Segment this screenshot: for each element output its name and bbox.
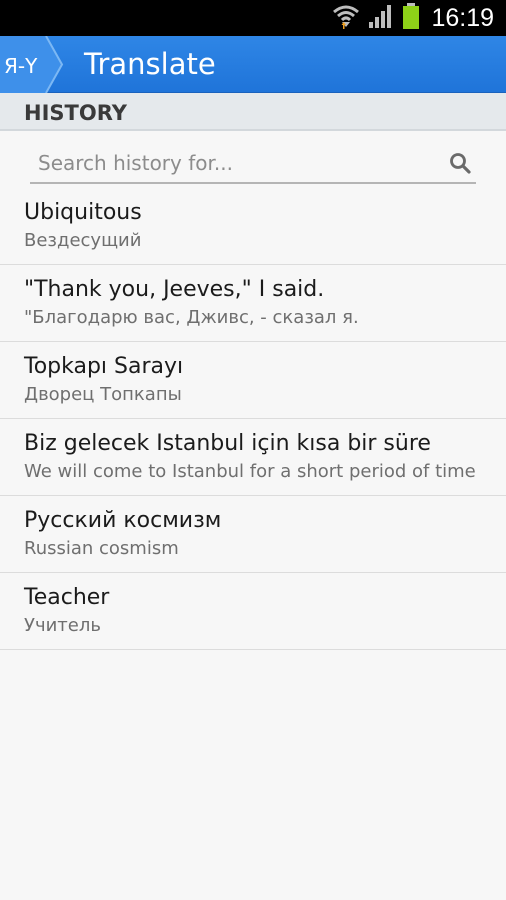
history-translation-text: We will come to Istanbul for a short per…: [24, 461, 476, 482]
history-translation-text: "Благодарю вас, Дживс, - сказал я.: [24, 307, 359, 328]
history-translation-text: Russian cosmism: [24, 538, 179, 559]
history-source-text: Topkapı Sarayı: [24, 354, 184, 379]
app-logo-text: Я-Y: [4, 54, 38, 78]
history-list: Ubiquitous Вездесущий "Thank you, Jeeves…: [0, 188, 506, 650]
search-bar: [30, 144, 476, 184]
section-title: HISTORY: [24, 101, 127, 125]
history-item[interactable]: "Thank you, Jeeves," I said. "Благодарю …: [0, 265, 506, 342]
history-item[interactable]: Topkapı Sarayı Дворец Топкапы: [0, 342, 506, 419]
search-icon[interactable]: [448, 151, 472, 175]
history-item[interactable]: Teacher Учитель: [0, 573, 506, 650]
history-source-text: Русский космизм: [24, 508, 222, 533]
history-translation-text: Дворец Топкапы: [24, 384, 182, 405]
history-source-text: Teacher: [24, 585, 110, 610]
history-item[interactable]: Ubiquitous Вездесущий: [0, 188, 506, 265]
status-time: 16:19: [431, 4, 494, 32]
history-source-text: Ubiquitous: [24, 200, 142, 225]
history-item[interactable]: Русский космизм Russian cosmism: [0, 496, 506, 573]
status-icons: 16:19: [331, 0, 494, 36]
history-translation-text: Вездесущий: [24, 230, 142, 251]
history-source-text: "Thank you, Jeeves," I said.: [24, 277, 325, 302]
battery-icon: [401, 1, 421, 35]
signal-icon: [367, 2, 395, 34]
action-bar: Я-Y Translate: [0, 35, 506, 94]
app-logo[interactable]: Я-Y: [0, 35, 64, 94]
search-input[interactable]: [30, 144, 430, 182]
history-section-header: HISTORY: [0, 93, 506, 131]
app-title: Translate: [84, 47, 216, 81]
wifi-icon: [331, 1, 361, 35]
status-bar: 16:19: [0, 0, 506, 36]
history-translation-text: Учитель: [24, 615, 101, 636]
history-source-text: Biz gelecek Istanbul için kısa bir süre: [24, 431, 431, 456]
history-item[interactable]: Biz gelecek Istanbul için kısa bir süre …: [0, 419, 506, 496]
